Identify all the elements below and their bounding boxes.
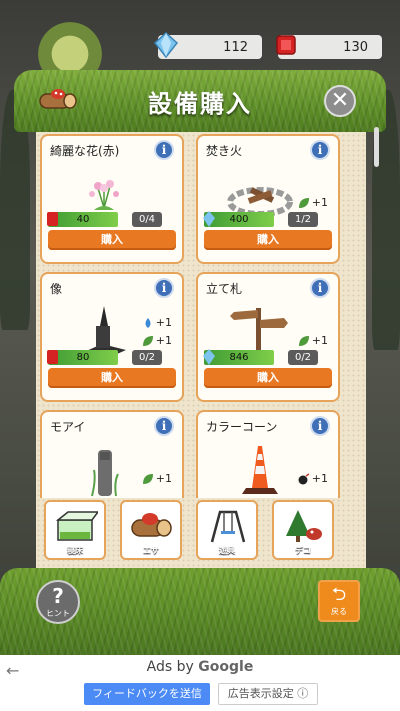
diamond-icon <box>203 349 215 365</box>
close-icon: ✕ <box>330 88 350 113</box>
buy-button[interactable]: 購入 <box>204 230 332 250</box>
item-grid: 綺麗な花(赤) i 40 0/4 購入 焚き火 i +1 400 1/2 購入 … <box>36 130 346 498</box>
price-value: 400 <box>229 214 249 225</box>
bonus-stat: +1 <box>298 196 328 209</box>
ruby-icon <box>276 35 296 55</box>
leaf-icon <box>142 473 153 484</box>
item-card[interactable]: カラーコーン i +1 <box>196 410 340 498</box>
info-icon[interactable]: i <box>310 416 330 436</box>
leaf-icon <box>298 197 309 208</box>
tab-food[interactable]: エサ <box>120 500 182 560</box>
diamond-amount: 112 <box>223 39 248 55</box>
owned-count: 0/2 <box>288 350 318 365</box>
price-bar: 40 <box>47 212 118 227</box>
buy-button[interactable]: 購入 <box>204 368 332 388</box>
owned-count: 0/2 <box>132 350 162 365</box>
info-icon[interactable]: i <box>154 278 174 298</box>
bonus-stat: +1 <box>142 334 172 347</box>
ad-bar: ← Ads by Google フィードバックを送信 広告表示設定 ⓘ <box>0 655 400 711</box>
price-value: 40 <box>76 214 90 225</box>
diamond-icon <box>203 211 215 227</box>
ruby-amount: 130 <box>343 39 368 55</box>
item-name: 焚き火 <box>206 144 243 158</box>
buy-button[interactable]: 購入 <box>48 368 176 388</box>
bonus-stat: +1 <box>142 316 172 329</box>
moai-icon <box>91 450 119 497</box>
traffic-cone-icon <box>242 446 278 494</box>
tab-deco[interactable]: デコ <box>272 500 334 560</box>
bonus-value: +1 <box>155 316 172 329</box>
scrollbar[interactable] <box>374 127 379 167</box>
bonus-value: +1 <box>155 334 172 347</box>
bonus-value: +1 <box>311 472 328 485</box>
item-card[interactable]: 綺麗な花(赤) i 40 0/4 購入 <box>40 134 184 264</box>
ruby-icon <box>47 212 58 226</box>
return-arrow-icon: ⮌ <box>331 584 347 605</box>
owned-count: 0/4 <box>132 212 162 227</box>
bonus-stat: +1 <box>298 334 328 347</box>
ruby-counter: 130 <box>276 35 382 59</box>
item-name: モアイ <box>50 420 86 434</box>
info-icon[interactable]: i <box>310 140 330 160</box>
bonus-value: +1 <box>155 472 172 485</box>
back-button[interactable]: ⮌ 戻る <box>318 580 360 622</box>
back-label: 戻る <box>331 607 347 616</box>
cage-icon <box>55 511 98 541</box>
price-bar: 846 <box>203 349 274 365</box>
send-feedback-button[interactable]: フィードバックを送信 <box>84 683 210 705</box>
ad-settings-button[interactable]: 広告表示設定 ⓘ <box>218 683 318 705</box>
price-value: 80 <box>76 352 90 363</box>
tab-playground[interactable]: 遊具 <box>196 500 258 560</box>
tab-label: 遊具 <box>219 546 235 555</box>
bonus-stat: +1 <box>142 472 172 485</box>
item-card[interactable]: 立て札 i +1 846 0/2 購入 <box>196 272 340 402</box>
tree-icon <box>286 510 322 542</box>
close-button[interactable]: ✕ <box>324 85 356 117</box>
item-name: 立て札 <box>206 282 243 296</box>
ruby-icon <box>47 350 58 364</box>
leaf-icon <box>142 335 153 346</box>
ads-by-label: Ads by Google <box>0 659 400 675</box>
bonus-value: +1 <box>311 334 328 347</box>
item-name: カラーコーン <box>206 420 278 434</box>
question-icon: ? <box>52 584 64 608</box>
leaf-icon <box>298 335 309 346</box>
owned-count: 1/2 <box>288 212 318 227</box>
swing-icon <box>210 510 246 543</box>
item-name: 綺麗な花(赤) <box>50 144 120 158</box>
item-card[interactable]: 焚き火 i +1 400 1/2 購入 <box>196 134 340 264</box>
tab-label: 寝床 <box>67 546 83 555</box>
bonus-value: +1 <box>311 196 328 209</box>
water-drop-icon <box>145 317 151 328</box>
info-icon[interactable]: i <box>154 140 174 160</box>
tab-label: エサ <box>143 546 159 555</box>
log-icon <box>131 513 172 537</box>
diamond-counter: 112 <box>153 31 262 59</box>
buy-button[interactable]: 購入 <box>48 230 176 250</box>
diamond-icon <box>153 31 179 59</box>
ads-by-text: Ads by <box>146 659 194 675</box>
bonus-stat: +1 <box>298 472 328 485</box>
item-card[interactable]: 像 i +1 +1 80 0/2 購入 <box>40 272 184 402</box>
info-icon[interactable]: i <box>310 278 330 298</box>
price-bar: 400 <box>203 211 274 227</box>
item-name: 像 <box>50 282 63 296</box>
item-card[interactable]: モアイ i +1 <box>40 410 184 498</box>
tab-bed[interactable]: 寝床 <box>44 500 106 560</box>
bomb-icon <box>298 472 310 484</box>
google-logo: Google <box>198 659 254 675</box>
price-value: 846 <box>229 352 249 363</box>
hint-label: ヒント <box>46 609 70 618</box>
info-icon[interactable]: i <box>154 416 174 436</box>
hint-button[interactable]: ? ヒント <box>36 580 80 624</box>
price-bar: 80 <box>47 350 118 365</box>
tab-label: デコ <box>295 546 311 555</box>
